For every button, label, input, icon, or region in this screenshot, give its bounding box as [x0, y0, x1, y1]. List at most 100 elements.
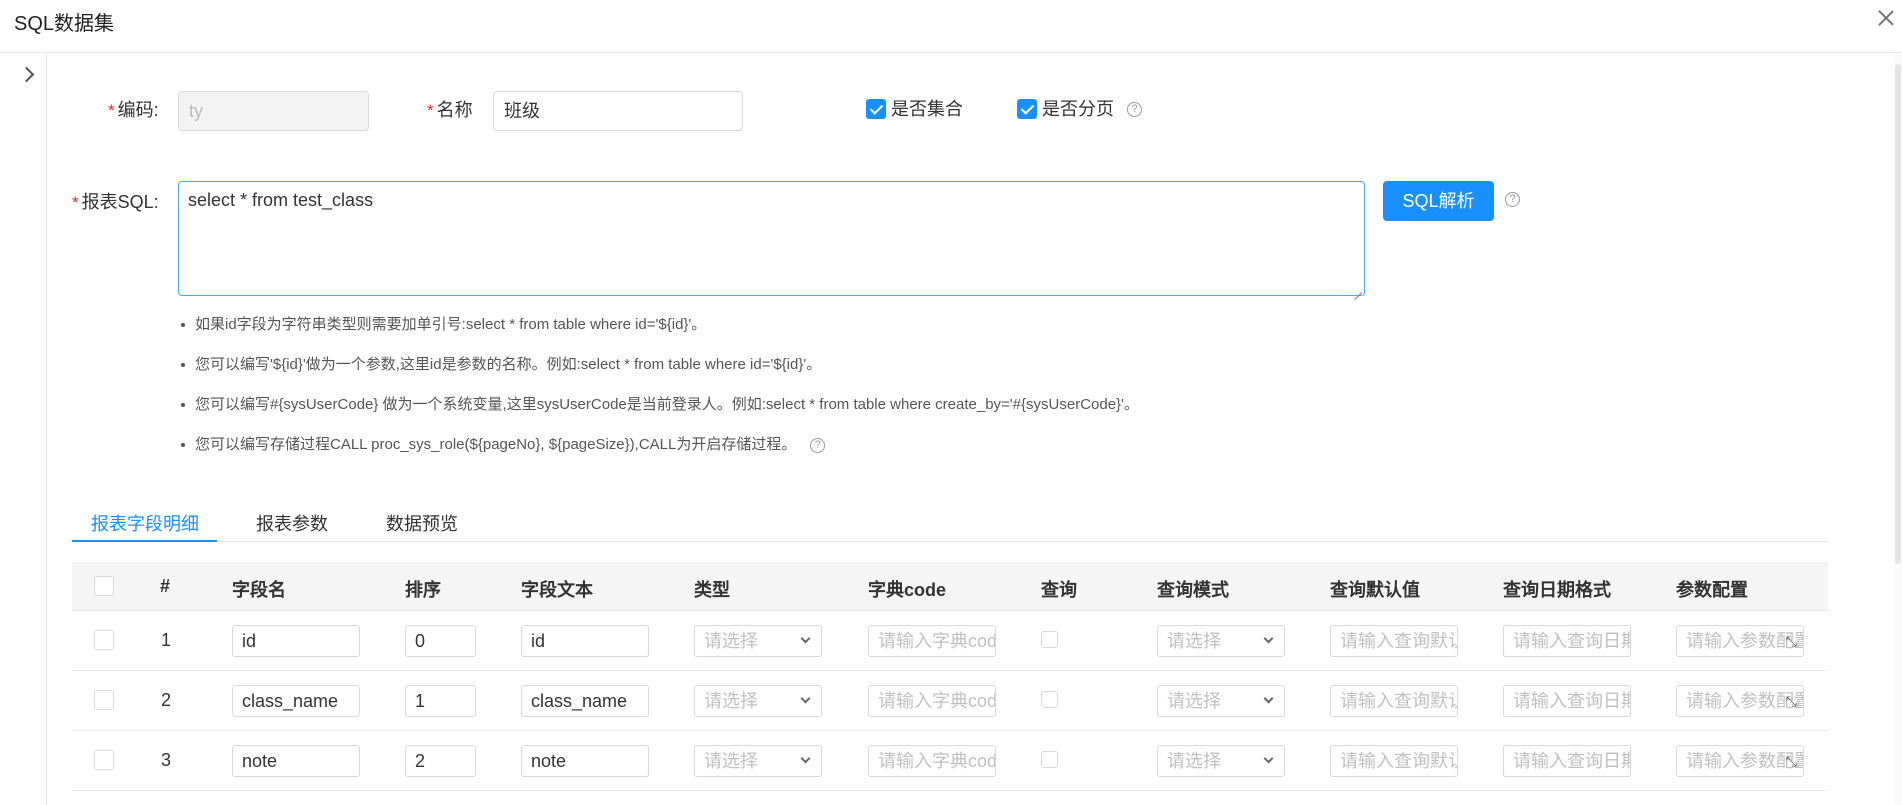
- query-mode-placeholder: 请选择: [1167, 751, 1221, 771]
- column-header: 参数配置: [1676, 580, 1748, 600]
- column-header: 查询模式: [1157, 580, 1229, 600]
- tab-bar: 报表字段明细 报表参数 数据预览: [72, 500, 1828, 542]
- row-checkbox[interactable]: [94, 630, 114, 650]
- field-text-input[interactable]: class_name: [521, 685, 649, 717]
- tip-item: 如果id字段为字符串类型则需要加单引号:select * from table …: [181, 315, 1139, 355]
- field-name-input[interactable]: class_name: [232, 685, 360, 717]
- tab-field-details[interactable]: 报表字段明细: [91, 510, 199, 536]
- dict-code-input[interactable]: 请输入字典code: [868, 745, 996, 777]
- chevron-down-icon: [1263, 633, 1274, 644]
- query-default-input[interactable]: 请输入查询默认值: [1330, 625, 1458, 657]
- tab-report-params[interactable]: 报表参数: [256, 510, 328, 536]
- query-checkbox[interactable]: [1041, 691, 1058, 708]
- field-text-input[interactable]: note: [521, 745, 649, 777]
- query-mode-placeholder: 请选择: [1167, 631, 1221, 651]
- is-collection-label: 是否集合: [891, 99, 963, 119]
- name-label: * 名称: [427, 100, 473, 121]
- type-select[interactable]: 请选择: [694, 685, 822, 717]
- column-header: 排序: [405, 580, 441, 600]
- tip-text: 您可以编写存储过程CALL proc_sys_role(${pageNo}, $…: [195, 436, 797, 453]
- field-name-input[interactable]: note: [232, 745, 360, 777]
- date-format-input[interactable]: 请输入查询日期格式: [1503, 625, 1631, 657]
- close-icon[interactable]: [1876, 8, 1896, 28]
- dict-code-input[interactable]: 请输入字典code: [868, 685, 996, 717]
- chevron-down-icon: [800, 753, 811, 764]
- required-mark: *: [108, 101, 115, 120]
- query-mode-select[interactable]: 请选择: [1157, 625, 1285, 657]
- tip-item: 您可以编写'${id}'做为一个参数,这里id是参数的名称。例如:select …: [181, 355, 1139, 395]
- expand-icon[interactable]: ⤡: [1786, 694, 1797, 708]
- row-index: 1: [161, 630, 172, 650]
- chevron-down-icon: [800, 693, 811, 704]
- expand-icon[interactable]: ⤡: [1786, 754, 1797, 768]
- column-header: 字段文本: [521, 580, 593, 600]
- order-input[interactable]: 0: [405, 625, 476, 657]
- sql-parse-button[interactable]: SQL解析: [1383, 181, 1494, 221]
- question-icon[interactable]: ?: [810, 437, 826, 453]
- active-tab-indicator: [72, 540, 217, 542]
- is-paged-checkbox[interactable]: [1017, 99, 1037, 119]
- query-checkbox[interactable]: [1041, 631, 1058, 648]
- dialog-title: SQL数据集: [14, 13, 115, 35]
- name-label-text: 名称: [436, 100, 473, 120]
- type-select-placeholder: 请选择: [704, 691, 758, 711]
- query-checkbox[interactable]: [1041, 751, 1058, 768]
- code-label: * 编码:: [108, 100, 159, 121]
- tip-item: 您可以编写#{sysUserCode} 做为一个系统变量,这里sysUserCo…: [181, 395, 1139, 435]
- sql-tips-list: 如果id字段为字符串类型则需要加单引号:select * from table …: [181, 315, 1139, 475]
- type-select[interactable]: 请选择: [694, 625, 822, 657]
- required-mark: *: [427, 101, 434, 120]
- row-checkbox[interactable]: [94, 750, 114, 770]
- dialog-header: SQL数据集: [0, 0, 1902, 53]
- name-input[interactable]: 班级: [493, 91, 743, 131]
- dict-code-input[interactable]: 请输入字典code: [868, 625, 996, 657]
- chevron-down-icon: [1263, 753, 1274, 764]
- order-input[interactable]: 2: [405, 745, 476, 777]
- query-mode-select[interactable]: 请选择: [1157, 745, 1285, 777]
- sql-textarea[interactable]: select * from test_class: [178, 181, 1365, 296]
- sql-label-text: 报表SQL:: [81, 192, 159, 212]
- table-row: 1 id 0 id 请选择 请输入字典code 请选择 请输入查询默认值 请输入…: [72, 611, 1828, 671]
- resize-handle-icon[interactable]: [1352, 283, 1362, 293]
- scrollbar-thumb[interactable]: [1895, 64, 1901, 564]
- expand-icon[interactable]: ⤡: [1786, 634, 1797, 648]
- date-format-input[interactable]: 请输入查询日期格式: [1503, 685, 1631, 717]
- type-select-placeholder: 请选择: [704, 631, 758, 651]
- sql-text: select * from test_class: [188, 190, 374, 210]
- date-format-input[interactable]: 请输入查询日期格式: [1503, 745, 1631, 777]
- code-input[interactable]: ty: [178, 91, 369, 131]
- table-row: 3 note 2 note 请选择 请输入字典code 请选择 请输入查询默认值…: [72, 731, 1828, 791]
- select-all-checkbox[interactable]: [94, 576, 114, 596]
- table-row: 2 class_name 1 class_name 请选择 请输入字典code …: [72, 671, 1828, 731]
- chevron-right-icon[interactable]: [19, 64, 37, 86]
- chevron-down-icon: [1263, 693, 1274, 704]
- column-header: 字段名: [232, 580, 286, 600]
- required-mark: *: [72, 193, 79, 212]
- chevron-down-icon: [800, 633, 811, 644]
- is-collection-checkbox[interactable]: [866, 99, 886, 119]
- tip-item: 您可以编写存储过程CALL proc_sys_role(${pageNo}, $…: [181, 435, 1139, 475]
- side-rail-divider: [46, 54, 47, 805]
- type-select[interactable]: 请选择: [694, 745, 822, 777]
- column-header: 查询默认值: [1330, 580, 1420, 600]
- question-icon[interactable]: ?: [1127, 102, 1142, 117]
- param-config-input[interactable]: 请输入参数配置 ⤡: [1676, 685, 1804, 717]
- column-header: 查询: [1041, 580, 1077, 600]
- row-checkbox[interactable]: [94, 690, 114, 710]
- field-table: # 字段名 排序 字段文本 类型 字典code 查询 查询模式 查询默认值 查询…: [72, 562, 1828, 791]
- code-label-text: 编码:: [117, 100, 159, 120]
- query-default-input[interactable]: 请输入查询默认值: [1330, 685, 1458, 717]
- query-mode-select[interactable]: 请选择: [1157, 685, 1285, 717]
- scrollbar[interactable]: [1894, 54, 1902, 805]
- param-config-input[interactable]: 请输入参数配置 ⤡: [1676, 625, 1804, 657]
- param-config-input[interactable]: 请输入参数配置 ⤡: [1676, 745, 1804, 777]
- column-header: 查询日期格式: [1503, 580, 1611, 600]
- order-input[interactable]: 1: [405, 685, 476, 717]
- question-icon[interactable]: ?: [1505, 192, 1520, 207]
- is-paged-label: 是否分页: [1042, 99, 1114, 119]
- tab-data-preview[interactable]: 数据预览: [386, 510, 458, 536]
- query-default-input[interactable]: 请输入查询默认值: [1330, 745, 1458, 777]
- sql-label: * 报表SQL:: [72, 192, 159, 213]
- field-name-input[interactable]: id: [232, 625, 360, 657]
- field-text-input[interactable]: id: [521, 625, 649, 657]
